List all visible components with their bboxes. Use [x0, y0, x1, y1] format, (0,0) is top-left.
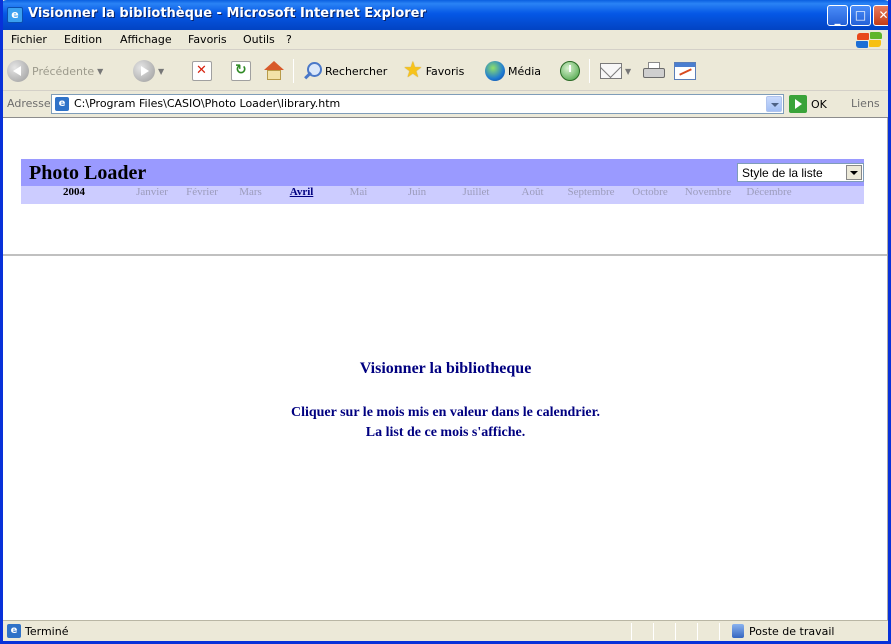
go-arrow-icon — [789, 95, 807, 113]
stop-icon — [192, 61, 212, 81]
history-icon — [560, 61, 580, 81]
address-input[interactable]: e C:\Program Files\CASIO\Photo Loader\li… — [51, 94, 784, 114]
maximize-button[interactable]: □ — [850, 5, 871, 26]
mail-dropdown-icon[interactable]: ▼ — [625, 67, 631, 76]
month-juillet: Juillet — [462, 186, 490, 198]
ie-page-icon: e — [7, 7, 23, 23]
back-button[interactable]: Précédente ▼ — [7, 59, 103, 83]
edit-button[interactable] — [674, 59, 696, 83]
go-label: OK — [811, 97, 827, 111]
month-septembre: Septembre — [567, 186, 615, 198]
month-janvier: Janvier — [136, 186, 168, 198]
status-divider — [653, 623, 654, 640]
month-mars: Mars — [239, 186, 262, 198]
address-url: C:\Program Files\CASIO\Photo Loader\libr… — [74, 97, 341, 110]
page-content: Photo Loader Style de la liste 2004 Janv… — [3, 117, 888, 621]
calendar-frame: Photo Loader Style de la liste 2004 Janv… — [3, 118, 888, 256]
window-title: Visionner la bibliothèque - Microsoft In… — [28, 6, 426, 21]
refresh-button[interactable] — [231, 59, 251, 83]
search-icon — [302, 61, 322, 81]
print-button[interactable] — [643, 59, 665, 83]
month-fevrier: Février — [186, 186, 218, 198]
address-bar: Adresse e C:\Program Files\CASIO\Photo L… — [3, 92, 888, 116]
month-aout: Août — [521, 186, 544, 198]
app-title: Photo Loader — [29, 162, 147, 184]
standard-toolbar: Précédente ▼ ▼ Rechercher ★ Favoris Médi… — [3, 51, 888, 91]
home-button[interactable] — [263, 59, 285, 83]
media-icon — [485, 61, 505, 81]
toolbar-separator — [589, 59, 590, 83]
menu-fichier[interactable]: Fichier — [11, 33, 47, 46]
month-octobre: Octobre — [632, 186, 668, 198]
search-label: Rechercher — [325, 64, 388, 78]
stop-button[interactable] — [192, 59, 212, 83]
status-bar: e Terminé Poste de travail — [3, 620, 888, 641]
favorites-label: Favoris — [425, 64, 465, 78]
menu-affichage[interactable]: Affichage — [120, 33, 172, 46]
close-icon: ✕ — [878, 8, 889, 22]
month-calendar: 2004 Janvier Février Mars Avril Mai Juin… — [21, 186, 864, 204]
message-title: Visionner la bibliotheque — [359, 360, 532, 377]
refresh-icon — [231, 61, 251, 81]
computer-zone-icon — [732, 624, 744, 638]
security-zone: Poste de travail — [749, 625, 835, 638]
browser-window: e Visionner la bibliothèque - Microsoft … — [0, 0, 891, 644]
search-button[interactable]: Rechercher — [302, 59, 387, 83]
back-dropdown-icon[interactable]: ▼ — [97, 67, 103, 76]
header-bar: Photo Loader Style de la liste — [21, 159, 864, 186]
year-label: 2004 — [63, 186, 85, 198]
month-novembre: Novembre — [684, 186, 732, 198]
favorites-star-icon: ★ — [403, 58, 423, 83]
page-status-icon: e — [7, 624, 21, 638]
edit-icon — [674, 62, 696, 80]
maximize-icon: □ — [854, 8, 867, 22]
links-button[interactable]: Liens — [851, 97, 880, 110]
mail-button[interactable]: ▼ — [600, 59, 631, 83]
month-juin: Juin — [407, 186, 427, 198]
go-button[interactable]: OK — [789, 95, 827, 113]
title-bar[interactable]: e Visionner la bibliothèque - Microsoft … — [3, 0, 889, 30]
address-label: Adresse — [7, 97, 51, 110]
home-icon — [263, 61, 285, 81]
minimize-button[interactable]: _ — [827, 5, 848, 26]
frame-border — [887, 118, 888, 621]
close-button[interactable]: ✕ — [873, 5, 889, 26]
windows-logo-icon — [855, 32, 883, 48]
status-divider — [675, 623, 676, 640]
favorites-button[interactable]: ★ Favoris — [403, 59, 464, 83]
list-style-select[interactable]: Style de la liste — [737, 163, 864, 182]
back-label: Précédente — [32, 64, 95, 78]
message-line-1: Cliquer sur le mois mis en valeur dans l… — [290, 405, 601, 420]
menu-edition[interactable]: Edition — [64, 33, 102, 46]
status-text: Terminé — [25, 625, 69, 638]
minimize-icon: _ — [834, 11, 841, 25]
select-dropdown-icon[interactable] — [846, 165, 862, 180]
back-arrow-icon — [7, 60, 29, 82]
forward-dropdown-icon[interactable]: ▼ — [158, 67, 164, 76]
month-decembre: Décembre — [746, 186, 792, 198]
message-line-2: La list de ce mois s'affiche. — [365, 425, 526, 440]
list-style-value: Style de la liste — [742, 166, 823, 180]
status-divider — [719, 623, 720, 640]
month-avril[interactable]: Avril — [274, 186, 329, 204]
menu-bar: Fichier Edition Affichage Favoris Outils… — [3, 30, 888, 50]
menu-help[interactable]: ? — [286, 33, 292, 46]
toolbar-separator — [293, 59, 294, 83]
forward-arrow-icon — [133, 60, 155, 82]
menu-outils[interactable]: Outils — [243, 33, 275, 46]
history-button[interactable] — [560, 59, 580, 83]
menu-favoris[interactable]: Favoris — [188, 33, 227, 46]
month-mai: Mai — [349, 186, 368, 198]
library-frame: Visionner la bibliotheque Cliquer sur le… — [3, 258, 888, 621]
address-dropdown-icon[interactable] — [766, 96, 782, 112]
media-button[interactable]: Média — [485, 59, 541, 83]
status-divider — [697, 623, 698, 640]
status-divider — [631, 623, 632, 640]
printer-icon — [643, 62, 665, 80]
forward-button[interactable]: ▼ — [133, 59, 164, 83]
mail-icon — [600, 63, 622, 79]
page-icon: e — [55, 97, 69, 111]
media-label: Média — [508, 64, 542, 78]
